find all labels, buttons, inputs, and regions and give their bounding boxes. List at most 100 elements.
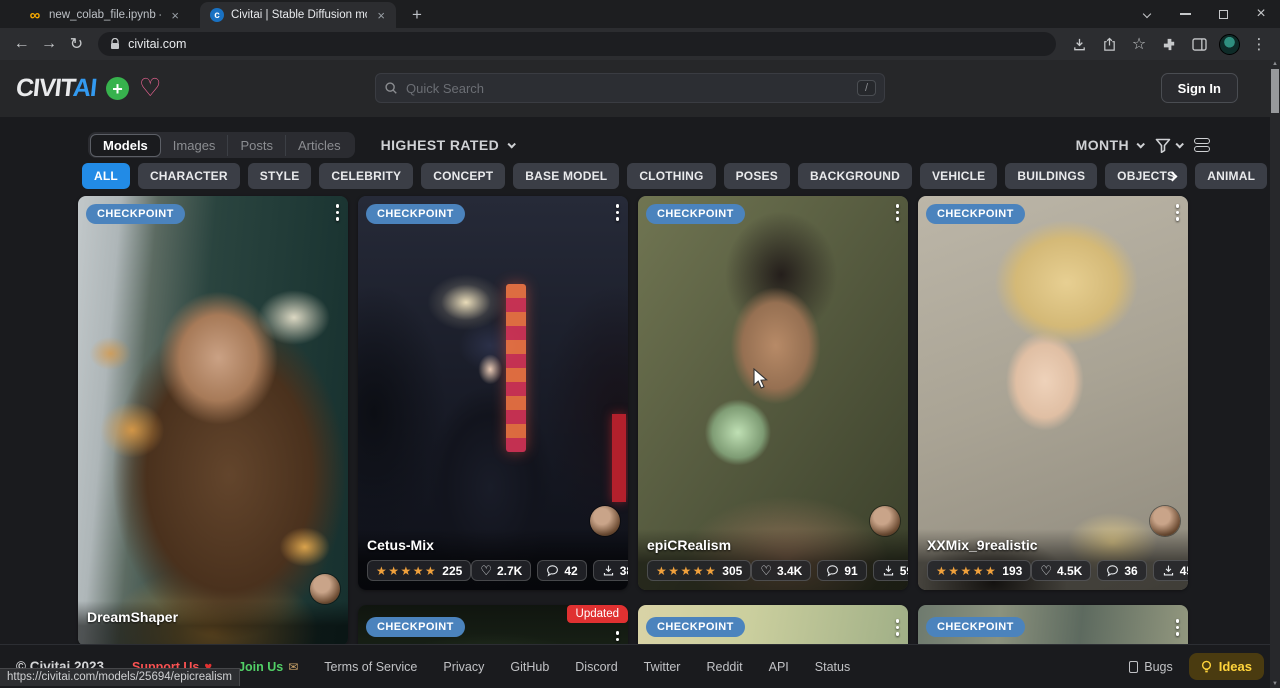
- bugs-button[interactable]: Bugs: [1129, 660, 1173, 674]
- tab-title: Civitai | Stable Diffusion models,: [231, 9, 367, 21]
- card-footer: epiCRealism ★★★★★305 ♡3.4K 91 59K: [638, 529, 908, 590]
- support-heart-icon[interactable]: ♡: [139, 76, 161, 101]
- footer-link-twitter[interactable]: Twitter: [644, 660, 681, 674]
- side-panel-icon[interactable]: [1186, 32, 1212, 56]
- back-icon[interactable]: ←: [8, 35, 35, 53]
- civitai-logo[interactable]: CIVITAI + ♡: [16, 74, 161, 103]
- card-menu-icon[interactable]: [336, 204, 340, 221]
- comment-icon: [1106, 564, 1119, 577]
- likes-pill[interactable]: ♡4.5K: [1031, 560, 1091, 581]
- card-menu-icon[interactable]: [896, 204, 900, 221]
- creator-avatar[interactable]: [310, 574, 340, 604]
- footer-link-github[interactable]: GitHub: [510, 660, 549, 674]
- comments-pill[interactable]: 91: [817, 560, 866, 581]
- category-poses[interactable]: POSES: [724, 163, 790, 189]
- quick-search[interactable]: /: [375, 73, 885, 103]
- footer-link-join-us[interactable]: Join Us✉: [238, 660, 298, 674]
- category-buildings[interactable]: BUILDINGS: [1005, 163, 1097, 189]
- model-type-badge: CHECKPOINT: [366, 204, 465, 224]
- ideas-button[interactable]: Ideas: [1189, 653, 1264, 680]
- footer-link-api[interactable]: API: [769, 660, 789, 674]
- browser-tab-strip: ∞ new_colab_file.ipynb - Colaborat × c C…: [0, 0, 1280, 28]
- browser-tab-colab[interactable]: ∞ new_colab_file.ipynb - Colaborat ×: [18, 2, 190, 28]
- filter-dropdown[interactable]: [1155, 138, 1182, 153]
- close-window-button[interactable]: ×: [1242, 0, 1280, 28]
- categories-scroll-right-icon[interactable]: [1163, 167, 1181, 185]
- model-card-xxmix[interactable]: CHECKPOINT XXMix_9realistic ★★★★★193 ♡4.…: [918, 196, 1188, 590]
- downloads-count: 59K: [900, 564, 908, 578]
- card-menu-icon[interactable]: [1176, 204, 1180, 221]
- tab-search-icon[interactable]: [1128, 0, 1166, 28]
- card-menu-icon[interactable]: [616, 204, 620, 221]
- screen: ∞ new_colab_file.ipynb - Colaborat × c C…: [0, 0, 1280, 688]
- profile-avatar[interactable]: [1216, 32, 1242, 56]
- page-scrollbar[interactable]: ▲ ▼: [1270, 60, 1280, 688]
- tab-close-icon[interactable]: ×: [168, 8, 182, 23]
- url-text: civitai.com: [128, 37, 186, 51]
- rating-pill[interactable]: ★★★★★305: [647, 560, 751, 581]
- tab-close-icon[interactable]: ×: [374, 8, 388, 23]
- category-character[interactable]: CHARACTER: [138, 163, 240, 189]
- layout-toggle-icon[interactable]: [1194, 138, 1210, 152]
- scroll-down-icon[interactable]: ▼: [1270, 681, 1280, 687]
- footer-link-reddit[interactable]: Reddit: [706, 660, 742, 674]
- category-clothing[interactable]: CLOTHING: [627, 163, 715, 189]
- period-dropdown[interactable]: MONTH: [1076, 137, 1143, 153]
- card-menu-icon[interactable]: [896, 619, 900, 636]
- new-tab-button[interactable]: +: [406, 5, 428, 28]
- browser-menu-icon[interactable]: ⋮: [1246, 32, 1272, 56]
- scroll-up-icon[interactable]: ▲: [1270, 61, 1280, 67]
- url-bar[interactable]: civitai.com: [98, 32, 1056, 56]
- scrollbar-thumb[interactable]: [1271, 69, 1279, 113]
- footer-link-discord[interactable]: Discord: [575, 660, 617, 674]
- downloads-pill[interactable]: 38K: [593, 560, 628, 581]
- footer-link-terms[interactable]: Terms of Service: [324, 660, 417, 674]
- model-card-cetus-mix[interactable]: CHECKPOINT Cetus-Mix ★★★★★225 ♡2.7K 42 3…: [358, 196, 628, 590]
- comments-pill[interactable]: 36: [1097, 560, 1146, 581]
- tab-models[interactable]: Models: [90, 134, 161, 157]
- footer-link-status[interactable]: Status: [815, 660, 850, 674]
- downloads-pill[interactable]: 45K: [1153, 560, 1188, 581]
- comment-icon: [826, 564, 839, 577]
- likes-pill[interactable]: ♡3.4K: [751, 560, 811, 581]
- feed-filters: MONTH: [1076, 137, 1210, 153]
- category-concept[interactable]: CONCEPT: [421, 163, 505, 189]
- downloads-count: 45K: [1180, 564, 1188, 578]
- tab-posts[interactable]: Posts: [227, 135, 285, 156]
- likes-pill[interactable]: ♡2.7K: [471, 560, 531, 581]
- category-all[interactable]: ALL: [82, 163, 130, 189]
- minimize-button[interactable]: [1166, 0, 1204, 28]
- card-column: CHECKPOINT DreamShaper: [78, 196, 348, 646]
- category-vehicle[interactable]: VEHICLE: [920, 163, 997, 189]
- card-menu-icon[interactable]: [1176, 619, 1180, 636]
- share-icon[interactable]: [1096, 32, 1122, 56]
- card-stats: ★★★★★305 ♡3.4K 91 59K: [647, 560, 899, 581]
- category-animal[interactable]: ANIMAL: [1195, 163, 1267, 189]
- downloads-pill[interactable]: 59K: [873, 560, 908, 581]
- download-page-icon[interactable]: [1066, 32, 1092, 56]
- category-style[interactable]: STYLE: [248, 163, 312, 189]
- model-card-epicrealism[interactable]: CHECKPOINT epiCRealism ★★★★★305 ♡3.4K 91…: [638, 196, 908, 590]
- category-base-model[interactable]: BASE MODEL: [513, 163, 619, 189]
- rating-pill[interactable]: ★★★★★225: [367, 560, 471, 581]
- rating-count: 305: [722, 564, 742, 578]
- rating-pill[interactable]: ★★★★★193: [927, 560, 1031, 581]
- tab-images[interactable]: Images: [161, 135, 228, 156]
- comments-pill[interactable]: 42: [537, 560, 586, 581]
- model-card-dreamshaper[interactable]: CHECKPOINT DreamShaper: [78, 196, 348, 646]
- footer-link-privacy[interactable]: Privacy: [443, 660, 484, 674]
- model-type-badge: CHECKPOINT: [646, 617, 745, 637]
- maximize-button[interactable]: [1204, 0, 1242, 28]
- sign-in-button[interactable]: Sign In: [1161, 73, 1238, 103]
- forward-icon[interactable]: →: [35, 35, 62, 53]
- category-background[interactable]: BACKGROUND: [798, 163, 912, 189]
- search-input[interactable]: [406, 81, 857, 96]
- tab-articles[interactable]: Articles: [285, 135, 353, 156]
- reload-icon[interactable]: ↻: [63, 34, 90, 54]
- browser-tab-civitai[interactable]: c Civitai | Stable Diffusion models, ×: [200, 2, 396, 28]
- bookmark-star-icon[interactable]: ☆: [1126, 32, 1152, 56]
- sort-dropdown[interactable]: HIGHEST RATED: [381, 137, 515, 153]
- extensions-icon[interactable]: [1156, 32, 1182, 56]
- create-button[interactable]: +: [106, 77, 129, 100]
- category-celebrity[interactable]: CELEBRITY: [319, 163, 413, 189]
